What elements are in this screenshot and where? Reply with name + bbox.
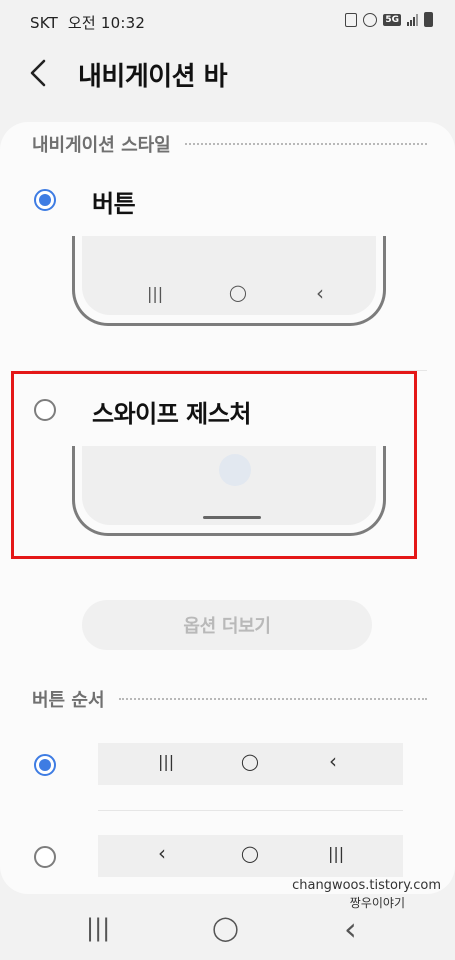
page-title: 내비게이션 바 <box>78 62 228 92</box>
option-label: 버튼 <box>92 190 136 218</box>
status-icons: 5G <box>345 12 433 27</box>
home-icon: ◯ <box>229 283 247 302</box>
order-option-1[interactable]: ||| ◯ ‹ <box>20 738 420 792</box>
radio-buttons[interactable] <box>34 189 56 211</box>
radio-order-1[interactable] <box>34 754 56 776</box>
signal-icon <box>407 13 418 26</box>
order-preview-1: ||| ◯ ‹ <box>98 743 403 785</box>
clock: 오전 10:32 <box>67 14 146 32</box>
radio-order-2[interactable] <box>34 846 56 868</box>
battery-icon <box>424 12 433 27</box>
back-icon[interactable]: ‹ <box>344 910 357 948</box>
photo-icon <box>345 12 358 27</box>
back-icon: ‹ <box>158 841 166 865</box>
back-button[interactable] <box>28 58 58 92</box>
option-divider <box>98 810 403 811</box>
system-navigation-bar: ||| ◯ ‹ <box>0 900 455 960</box>
recent-apps-icon: ||| <box>147 284 164 303</box>
carrier-label: SKT <box>30 14 58 32</box>
home-icon[interactable]: ◯ <box>212 914 239 942</box>
section-header-navigation-style: 내비게이션 스타일 <box>32 131 427 157</box>
alarm-icon <box>363 12 378 27</box>
more-options-button[interactable]: 옵션 더보기 <box>82 600 372 650</box>
home-icon: ◯ <box>241 844 259 863</box>
recent-apps-icon: ||| <box>158 752 175 771</box>
home-icon: ◯ <box>241 752 259 771</box>
highlight-box <box>11 371 417 559</box>
section-header-button-order: 버튼 순서 <box>32 686 427 712</box>
section-divider <box>184 143 427 145</box>
recent-apps-icon[interactable]: ||| <box>86 914 110 942</box>
chevron-left-icon <box>30 59 46 87</box>
section-divider <box>118 698 427 700</box>
back-icon: ‹ <box>329 749 337 773</box>
preview-buttons[interactable]: ||| ◯ ‹ <box>72 236 386 326</box>
section-label: 내비게이션 스타일 <box>32 135 171 156</box>
order-option-2[interactable]: ‹ ◯ ||| <box>20 830 420 884</box>
option-buttons[interactable]: 버튼 <box>20 170 420 230</box>
preview-screen: ||| ◯ ‹ <box>82 236 376 315</box>
status-carrier-time: SKT 오전 10:32 <box>30 12 145 33</box>
back-icon: ‹ <box>316 281 324 305</box>
order-preview-2: ‹ ◯ ||| <box>98 835 403 877</box>
recent-apps-icon: ||| <box>328 844 345 863</box>
watermark-site: changwoos.tistory.com <box>292 878 441 893</box>
status-bar: SKT 오전 10:32 5G <box>0 0 455 44</box>
network-5g-icon: 5G <box>383 13 401 26</box>
section-label: 버튼 순서 <box>32 690 105 711</box>
